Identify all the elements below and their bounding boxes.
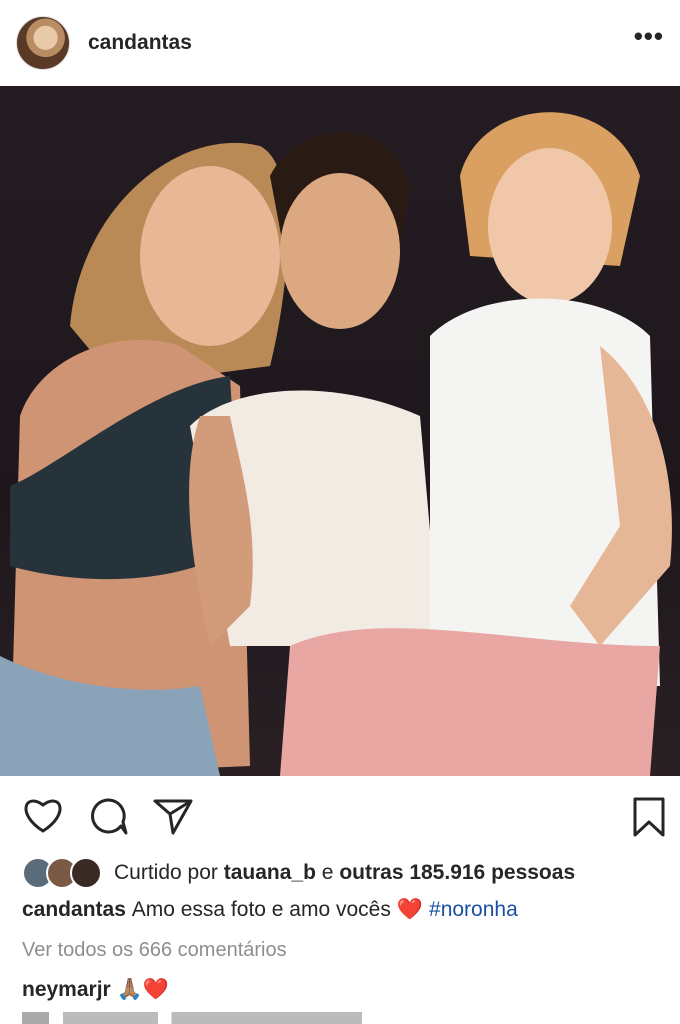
- comment-icon[interactable]: [88, 796, 130, 841]
- post-actions: [0, 790, 680, 844]
- likes-row: Curtido por tauana_b e outras 185.916 pe…: [22, 856, 575, 890]
- bookmark-icon[interactable]: [632, 796, 666, 843]
- comment-text: 🙏🏽❤️: [116, 978, 170, 1001]
- likes-conjunction: e: [321, 861, 334, 884]
- post-photo[interactable]: [0, 86, 680, 776]
- comment-item: neymarjr 🙏🏽❤️: [22, 978, 169, 1002]
- post-header: candantas •••: [0, 0, 680, 86]
- likes-user-link[interactable]: tauana_b: [224, 861, 316, 885]
- post-username[interactable]: candantas: [88, 31, 192, 55]
- likes-prefix: Curtido por: [114, 861, 218, 884]
- likes-others-link[interactable]: outras 185.916 pessoas: [339, 861, 575, 885]
- hashtag-link[interactable]: #noronha: [429, 898, 518, 922]
- more-options-icon[interactable]: •••: [634, 23, 664, 49]
- caption-username[interactable]: candantas: [22, 898, 126, 922]
- caption-text: Amo essa foto e amo vocês: [131, 898, 391, 921]
- photo-illustration: [0, 112, 672, 776]
- share-icon[interactable]: [152, 796, 194, 841]
- truncated-next-comment: [22, 1012, 362, 1024]
- heart-emoji: ❤️: [396, 898, 424, 921]
- heart-icon[interactable]: [22, 796, 64, 839]
- profile-avatar[interactable]: [16, 16, 70, 70]
- liker-avatars[interactable]: [22, 857, 102, 889]
- comment-username[interactable]: neymarjr: [22, 978, 111, 1002]
- caption-row: candantas Amo essa foto e amo vocês ❤️ #…: [22, 898, 518, 922]
- liker-avatar: [70, 857, 102, 889]
- view-all-comments-link[interactable]: Ver todos os 666 comentários: [22, 939, 287, 962]
